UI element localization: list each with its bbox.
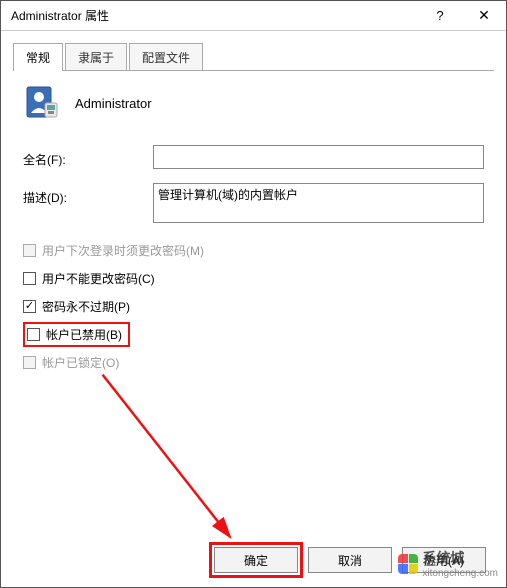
checkbox-icon [27,328,40,341]
checkbox-icon [23,272,36,285]
tab-general[interactable]: 常规 [13,43,63,71]
tab-label: 隶属于 [78,51,114,65]
checkbox-mustchange: 用户下次登录时须更改密码(M) [23,241,484,259]
tab-label: 常规 [26,51,50,65]
checkbox-locked: 帐户已锁定(O) [23,353,484,371]
description-label: 描述(D): [23,183,153,206]
properties-dialog: Administrator 属性 ? ✕ 常规 隶属于 配置文件 [0,0,507,588]
user-icon [23,85,59,121]
account-header: Administrator [23,85,484,121]
cancel-button[interactable]: 取消 [308,547,392,573]
description-input[interactable] [153,183,484,223]
dialog-button-row: 确定 取消 应用(A) [1,547,506,573]
checkbox-label: 帐户已锁定(O) [42,354,119,371]
checkbox-group: 用户下次登录时须更改密码(M) 用户不能更改密码(C) 密码永不过期(P) 帐户… [23,241,484,371]
close-button[interactable]: ✕ [462,1,506,31]
tab-strip: 常规 隶属于 配置文件 [13,41,494,71]
tab-memberof[interactable]: 隶属于 [65,43,127,70]
checkbox-cantchange[interactable]: 用户不能更改密码(C) [23,269,484,287]
checkbox-icon [23,356,36,369]
fullname-label: 全名(F): [23,145,153,168]
ok-button[interactable]: 确定 [214,547,298,573]
account-name: Administrator [75,96,152,111]
checkbox-label: 密码永不过期(P) [42,298,130,315]
help-button[interactable]: ? [418,1,462,31]
fullname-row: 全名(F): [23,145,484,169]
tab-profile[interactable]: 配置文件 [129,43,203,70]
description-row: 描述(D): [23,183,484,223]
titlebar: Administrator 属性 ? ✕ [1,1,506,31]
checkbox-label: 帐户已禁用(B) [46,326,122,343]
fullname-input[interactable] [153,145,484,169]
tab-label: 配置文件 [142,51,190,65]
checkbox-label: 用户下次登录时须更改密码(M) [42,242,204,259]
tab-content-general: Administrator 全名(F): 描述(D): 用户下次登录时须更改密码… [1,71,506,371]
apply-button[interactable]: 应用(A) [402,547,486,573]
checkbox-icon [23,244,36,257]
checkbox-neverexpire[interactable]: 密码永不过期(P) [23,297,484,315]
checkbox-label: 用户不能更改密码(C) [42,270,155,287]
window-title: Administrator 属性 [11,7,418,24]
checkbox-icon [23,300,36,313]
annotation-highlight-checkbox: 帐户已禁用(B) [23,322,130,347]
checkbox-disabled[interactable]: 帐户已禁用(B) [23,325,484,343]
